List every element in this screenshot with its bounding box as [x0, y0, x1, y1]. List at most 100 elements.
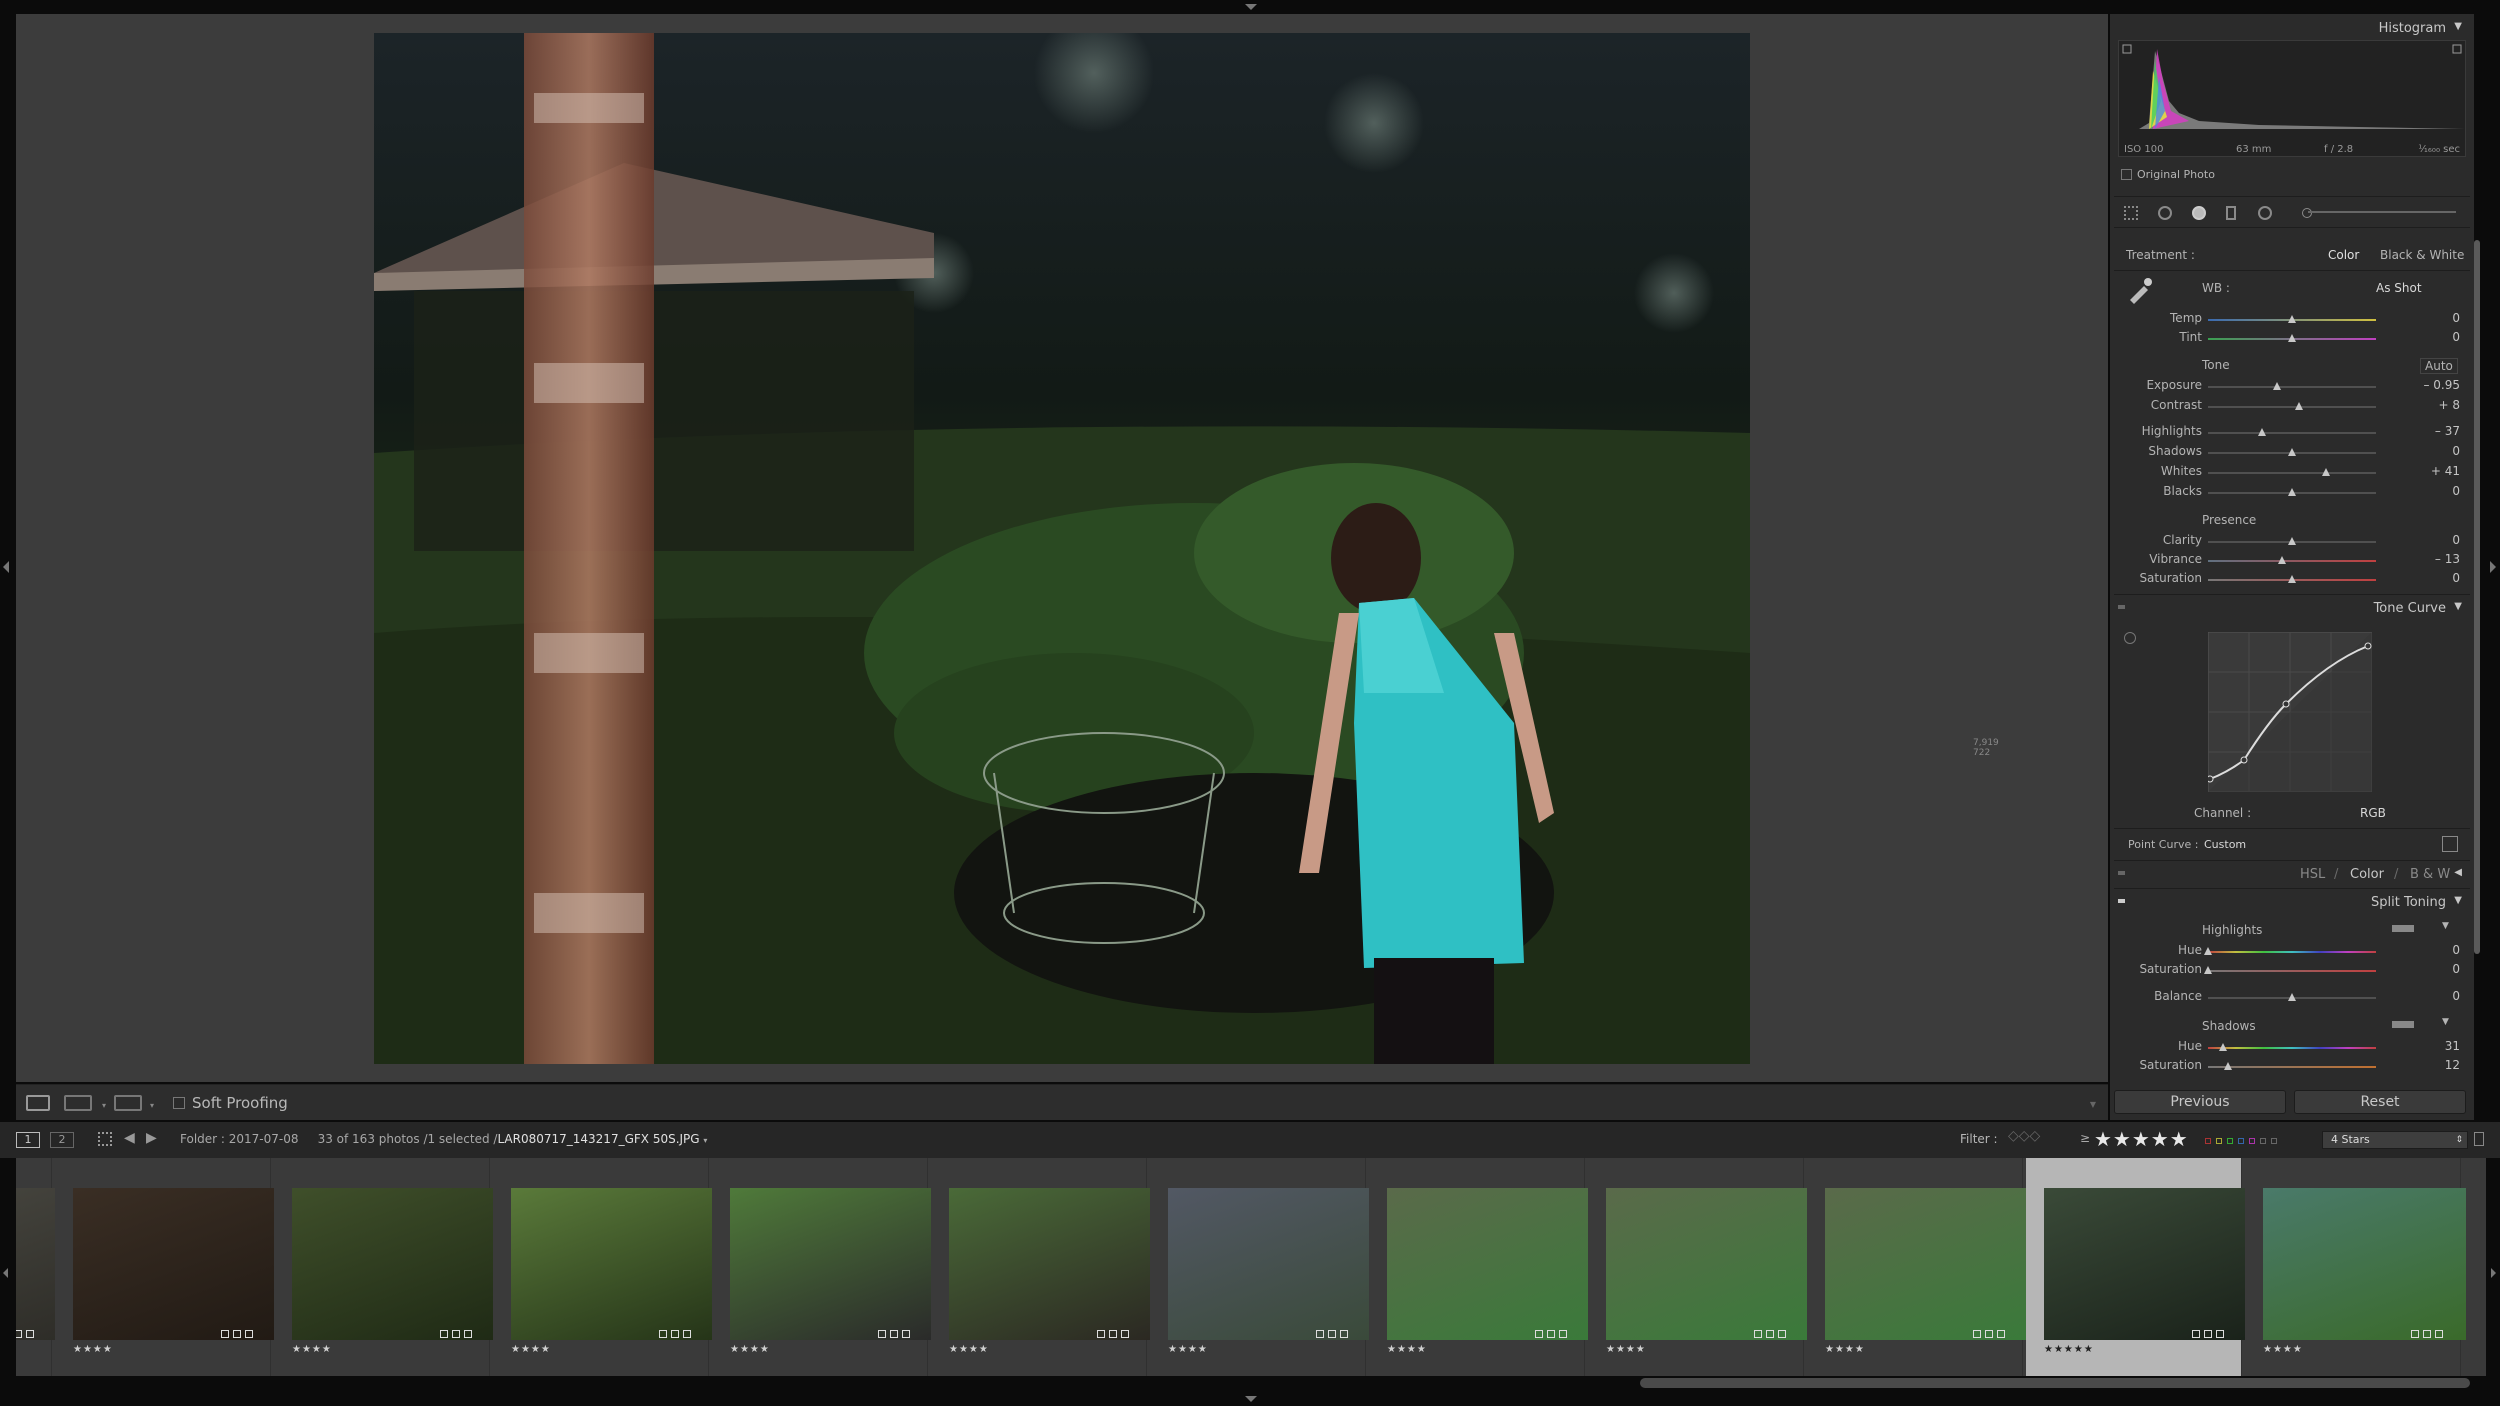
back-arrow-icon[interactable]: ◀ [124, 1130, 135, 1146]
slider-thumb-tint[interactable] [2288, 334, 2296, 342]
original-photo-checkbox[interactable] [2121, 169, 2132, 180]
slider-thumb-vibrance[interactable] [2278, 556, 2286, 564]
tone-curve-toggle-icon[interactable] [2118, 605, 2125, 609]
wb-dropdown[interactable]: As Shot [2376, 281, 2422, 295]
image-canvas[interactable]: 7,919 722 [16, 14, 2108, 1082]
loupe-view-icon[interactable] [26, 1095, 50, 1111]
targeted-adjustment-icon[interactable] [2124, 632, 2136, 644]
color-tab[interactable]: Color [2350, 867, 2384, 882]
collapse-tone-curve-icon[interactable]: ▼ [2454, 601, 2462, 612]
swap-dropdown-icon[interactable]: ▾ [150, 1101, 154, 1110]
filmstrip-scrollbar[interactable] [1640, 1378, 2470, 1388]
filmstrip-thumbnail[interactable]: ★★★★ [931, 1158, 1152, 1376]
window-1-button[interactable]: 1 [16, 1132, 40, 1148]
slider-value-exposure[interactable]: – 0.95 [2410, 378, 2460, 392]
slider-value-whites[interactable]: + 41 [2410, 464, 2460, 478]
filmstrip-thumbnail[interactable]: ★★★★ [1807, 1158, 2028, 1376]
slider-value-balance[interactable]: 0 [2410, 989, 2460, 1003]
thumbnail-badge-icon[interactable] [440, 1330, 448, 1338]
shadows-swatch-dropdown-icon[interactable]: ▼ [2442, 1017, 2449, 1027]
thumbnail-badge-icon[interactable] [2216, 1330, 2224, 1338]
forward-arrow-icon[interactable]: ▶ [146, 1130, 157, 1146]
thumbnail-badge-icon[interactable] [2435, 1330, 2443, 1338]
thumbnail-badge-icon[interactable] [1559, 1330, 1567, 1338]
thumbnail-badge-icon[interactable] [1778, 1330, 1786, 1338]
treatment-bw-option[interactable]: Black & White [2380, 248, 2464, 262]
slider-thumb-exposure[interactable] [2273, 382, 2281, 390]
point-curve-dropdown[interactable]: Custom [2204, 838, 2246, 851]
slider-thumb-hue[interactable] [2204, 947, 2212, 955]
toolbar-menu-icon[interactable]: ▼ [2090, 1100, 2096, 1109]
treatment-color-option[interactable]: Color [2328, 248, 2359, 262]
thumbnail-badge-icon[interactable] [890, 1330, 898, 1338]
split-toning-header[interactable]: Split Toning ▼ [2114, 890, 2470, 914]
slider-thumb-saturation[interactable] [2288, 575, 2296, 583]
filmstrip-thumbnail[interactable]: ★★★★ [2245, 1158, 2466, 1376]
thumbnail-badge-icon[interactable] [671, 1330, 679, 1338]
thumbnail-badge-icon[interactable] [1316, 1330, 1324, 1338]
tool-slider[interactable] [2308, 211, 2456, 213]
color-filter-none[interactable] [2260, 1138, 2266, 1144]
white-balance-eyedropper-icon[interactable] [2126, 276, 2154, 304]
filmstrip-thumbnail[interactable]: ★★★★ [493, 1158, 714, 1376]
radial-filter-icon[interactable] [2258, 206, 2272, 220]
flag-filter-icons[interactable]: ◇◇◇ [2008, 1128, 2040, 1144]
thumbnail-badge-icon[interactable] [2411, 1330, 2419, 1338]
color-filter-yellow[interactable] [2216, 1138, 2222, 1144]
slider-track-hue[interactable] [2208, 951, 2376, 953]
collapse-right-panel-icon[interactable] [2490, 561, 2496, 573]
slider-thumb-balance[interactable] [2288, 993, 2296, 1001]
expand-hsl-icon[interactable]: ◀ [2454, 867, 2462, 878]
slider-value-saturation[interactable]: 0 [2410, 962, 2460, 976]
thumbnail-badge-icon[interactable] [1328, 1330, 1336, 1338]
thumbnail-badge-icon[interactable] [1097, 1330, 1105, 1338]
slider-track-highlights[interactable] [2208, 432, 2376, 434]
slider-thumb-saturation[interactable] [2224, 1062, 2232, 1070]
source-dropdown-icon[interactable]: ▾ [703, 1136, 707, 1145]
filmstrip-thumbnail[interactable]: ★★★★ [55, 1158, 276, 1376]
filter-preset-dropdown[interactable]: 4 Stars ⇕ [2322, 1131, 2468, 1149]
slider-thumb-temp[interactable] [2288, 315, 2296, 323]
thumbnail-badge-icon[interactable] [26, 1330, 34, 1338]
shadows-color-swatch[interactable] [2392, 1021, 2414, 1028]
slider-track-hue[interactable] [2208, 1047, 2376, 1049]
collapse-split-toning-icon[interactable]: ▼ [2454, 895, 2462, 906]
slider-value-contrast[interactable]: + 8 [2410, 398, 2460, 412]
filmstrip-thumbnail[interactable]: ★★★★ [1369, 1158, 1590, 1376]
auto-tone-button[interactable]: Auto [2420, 358, 2458, 374]
slider-value-vibrance[interactable]: – 13 [2410, 552, 2460, 566]
filmstrip-thumbnail[interactable]: ★★★★ [1588, 1158, 1809, 1376]
grid-view-icon[interactable] [98, 1132, 112, 1146]
thumbnail-badge-icon[interactable] [1985, 1330, 1993, 1338]
filmstrip-thumbnail[interactable]: ★★★★ [1150, 1158, 1371, 1376]
slider-track-saturation[interactable] [2208, 970, 2376, 972]
slider-thumb-clarity[interactable] [2288, 537, 2296, 545]
filmstrip-thumbnail[interactable]: ★★★★ [274, 1158, 495, 1376]
crop-tool-icon[interactable] [2124, 206, 2138, 220]
thumbnail-badge-icon[interactable] [659, 1330, 667, 1338]
graduated-filter-icon[interactable] [2226, 206, 2236, 220]
slider-track-contrast[interactable] [2208, 406, 2376, 408]
slider-value-blacks[interactable]: 0 [2410, 484, 2460, 498]
slider-value-hue[interactable]: 31 [2410, 1039, 2460, 1053]
slider-value-temp[interactable]: 0 [2410, 311, 2460, 325]
filter-dropdown-icon[interactable]: ⇕ [2455, 1132, 2463, 1148]
thumbnail-badge-icon[interactable] [1340, 1330, 1348, 1338]
thumbnail-badge-icon[interactable] [1121, 1330, 1129, 1338]
slider-value-tint[interactable]: 0 [2410, 330, 2460, 344]
thumbnail-badge-icon[interactable] [2192, 1330, 2200, 1338]
slider-thumb-whites[interactable] [2322, 468, 2330, 476]
thumbnail-badge-icon[interactable] [1109, 1330, 1117, 1338]
slider-value-clarity[interactable]: 0 [2410, 533, 2460, 547]
before-after-icon[interactable] [64, 1095, 92, 1111]
thumbnail-badge-icon[interactable] [1973, 1330, 1981, 1338]
slider-thumb-hue[interactable] [2219, 1043, 2227, 1051]
slider-thumb-contrast[interactable] [2295, 402, 2303, 410]
reset-button[interactable]: Reset [2294, 1090, 2466, 1114]
filmstrip-thumbnail[interactable] [16, 1158, 57, 1376]
histogram[interactable] [2118, 40, 2466, 157]
collapse-filmstrip-icon[interactable] [1245, 1396, 1257, 1402]
slider-track-vibrance[interactable] [2208, 560, 2376, 562]
right-panel-scrollbar[interactable] [2474, 240, 2480, 954]
thumbnail-badge-icon[interactable] [245, 1330, 253, 1338]
